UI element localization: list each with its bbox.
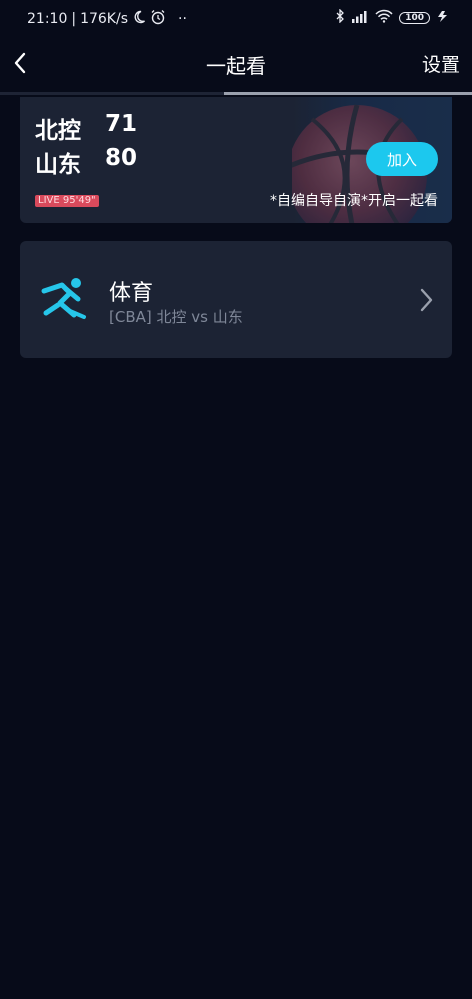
- status-divider: |: [71, 11, 77, 27]
- live-match-card[interactable]: 北控 71 山东 80 LIVE 95'49" 加入 *自编自导自演*开启一起看: [20, 97, 452, 223]
- wifi-icon: [375, 9, 393, 26]
- status-more: ··: [178, 11, 187, 27]
- bluetooth-icon: [335, 8, 345, 26]
- team-row-2: 山东 80: [35, 145, 145, 179]
- watch-together-tagline: *自编自导自演*开启一起看: [270, 193, 438, 209]
- settings-button[interactable]: 设置: [422, 50, 460, 77]
- team-row-1: 北控 71: [35, 111, 145, 145]
- battery-icon: 100: [399, 11, 430, 24]
- running-person-icon: [40, 277, 88, 321]
- status-time: 21:10: [27, 11, 68, 27]
- charging-icon: [436, 10, 450, 26]
- chevron-right-icon[interactable]: [416, 287, 436, 313]
- moon-icon: [132, 10, 146, 28]
- join-button[interactable]: 加入: [366, 142, 438, 176]
- team2-score: 80: [105, 145, 138, 171]
- team2-name: 山东: [35, 152, 81, 178]
- status-speed: 176K/s: [80, 11, 128, 27]
- alarm-icon: [150, 9, 166, 29]
- status-right: 100: [335, 8, 450, 26]
- team1-score: 71: [105, 111, 138, 137]
- status-left: 21:10 | 176K/s ··: [27, 9, 187, 29]
- nav-bar: 一起看 设置: [0, 36, 472, 92]
- tab-indicator: [224, 92, 472, 95]
- sports-title: 体育: [109, 281, 154, 306]
- signal-icon: [351, 10, 369, 26]
- page-title: 一起看: [206, 54, 266, 78]
- live-badge: LIVE 95'49": [35, 195, 99, 207]
- sports-list-item[interactable]: 体育 [CBA] 北控 vs 山东: [20, 241, 452, 358]
- sports-subtitle: [CBA] 北控 vs 山东: [109, 308, 243, 326]
- status-bar: 21:10 | 176K/s ·· 100: [0, 0, 472, 36]
- team1-name: 北控: [35, 118, 81, 144]
